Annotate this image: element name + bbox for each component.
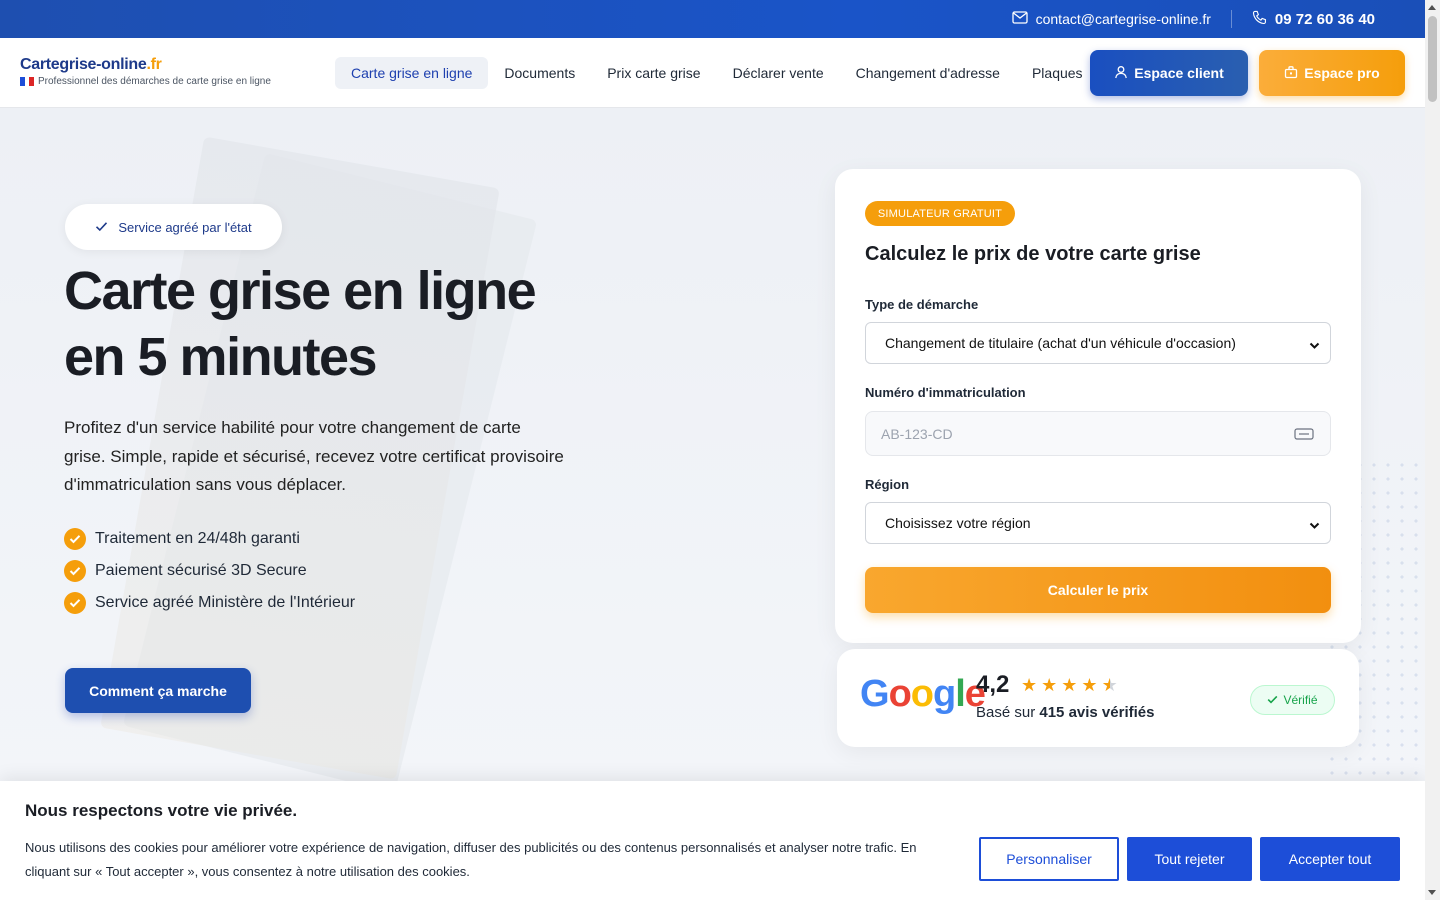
- logo-name: Cartegrise-online.fr: [20, 56, 162, 73]
- cookie-text: Nous utilisons des cookies pour améliore…: [25, 840, 917, 879]
- site-logo[interactable]: Cartegrise-online.fr Professionnel des d…: [20, 56, 271, 87]
- topbar-divider: [1230, 10, 1232, 28]
- page-scrollbar[interactable]: [1425, 0, 1440, 900]
- contact-phone-text: 09 72 60 36 40: [1274, 10, 1375, 28]
- benefits-list: Traitement en 24/48h garanti Paiement sé…: [64, 523, 355, 619]
- hero-description: Profitez d'un service habilité pour votr…: [64, 418, 564, 494]
- review-count: Basé sur 415 avis vérifiés: [976, 704, 1155, 721]
- nav-changement-adresse[interactable]: Changement d'adresse: [840, 57, 1016, 89]
- region-label: Région: [865, 477, 910, 492]
- star-icon: ★: [1041, 675, 1058, 695]
- nav-plaques[interactable]: Plaques: [1016, 57, 1099, 89]
- customize-cookies-button[interactable]: Personnaliser: [979, 837, 1119, 881]
- price-simulator-card: SIMULATEUR GRATUIT Calculez le prix de v…: [835, 169, 1361, 643]
- top-contact-bar: contact@cartegrise-online.fr 09 72 60 36…: [0, 0, 1425, 38]
- nav-carte-grise-en-ligne[interactable]: Carte grise en ligne: [335, 57, 489, 89]
- state-approved-badge: Service agréé par l'état: [65, 204, 282, 250]
- plate-number-input[interactable]: AB-123-CD: [865, 411, 1331, 456]
- espace-client-label: Espace client: [1134, 65, 1224, 81]
- logo-tagline: Professionnel des démarches de carte gri…: [20, 76, 271, 87]
- google-review-card: Google 4,2 ★ ★ ★ ★ ★ Basé sur 415 avis v…: [837, 649, 1359, 747]
- contact-email-text: contact@cartegrise-online.fr: [1035, 11, 1211, 27]
- benefit-item: Paiement sécurisé 3D Secure: [64, 555, 355, 587]
- type-demarche-select[interactable]: Changement de titulaire (achat d'un véhi…: [865, 322, 1331, 364]
- benefit-item: Traitement en 24/48h garanti: [64, 523, 355, 555]
- user-icon: [1114, 65, 1128, 82]
- french-flag-icon: [20, 77, 35, 86]
- star-icon: ★: [1021, 675, 1038, 695]
- verified-badge: Vérifié: [1250, 685, 1335, 715]
- checkmark-icon: [1267, 693, 1278, 707]
- free-simulator-pill: SIMULATEUR GRATUIT: [865, 201, 1015, 226]
- checkmark-icon: [95, 220, 108, 235]
- check-circle-icon: [64, 560, 86, 582]
- espace-pro-button[interactable]: Espace pro: [1259, 50, 1405, 96]
- contact-email[interactable]: contact@cartegrise-online.fr: [1011, 11, 1211, 27]
- type-demarche-label: Type de démarche: [865, 297, 979, 312]
- half-star-icon: ★: [1101, 675, 1118, 695]
- rating-value: 4,2: [976, 671, 1010, 698]
- nav-prix-carte-grise[interactable]: Prix carte grise: [591, 57, 716, 89]
- scroll-up-arrow-icon[interactable]: [1428, 5, 1436, 10]
- simulator-title: Calculez le prix de votre carte grise: [865, 243, 1201, 265]
- phone-icon: [1252, 10, 1267, 28]
- google-logo: Google: [860, 673, 986, 715]
- chevron-down-icon: [1309, 337, 1320, 353]
- accept-all-cookies-button[interactable]: Accepter tout: [1260, 837, 1400, 881]
- star-icon: ★: [1081, 675, 1098, 695]
- site-header: Cartegrise-online.fr Professionnel des d…: [0, 38, 1425, 108]
- plate-number-label: Numéro d'immatriculation: [865, 385, 1026, 400]
- how-it-works-button[interactable]: Comment ça marche: [65, 668, 251, 713]
- reject-all-cookies-button[interactable]: Tout rejeter: [1127, 837, 1252, 881]
- calculate-price-button[interactable]: Calculer le prix: [865, 567, 1331, 613]
- cookie-consent-banner: Nous respectons votre vie privée. Nous u…: [0, 781, 1425, 900]
- nav-declarer-vente[interactable]: Déclarer vente: [717, 57, 840, 89]
- check-circle-icon: [64, 528, 86, 550]
- contact-phone[interactable]: 09 72 60 36 40: [1252, 10, 1375, 28]
- star-rating: ★ ★ ★ ★ ★: [1021, 675, 1118, 696]
- region-select[interactable]: Choisissez votre région: [865, 502, 1331, 544]
- cookie-title: Nous respectons votre vie privée.: [25, 801, 298, 820]
- keyboard-icon: [1294, 427, 1314, 444]
- espace-pro-label: Espace pro: [1304, 65, 1380, 81]
- espace-client-button[interactable]: Espace client: [1090, 50, 1248, 96]
- hero-title: Carte grise en ligne en 5 minutes: [64, 261, 537, 387]
- scroll-down-arrow-icon[interactable]: [1428, 890, 1436, 895]
- benefit-item: Service agréé Ministère de l'Intérieur: [64, 587, 355, 619]
- envelope-icon: [1011, 11, 1028, 27]
- star-icon: ★: [1061, 675, 1078, 695]
- scrollbar-thumb[interactable]: [1428, 16, 1437, 102]
- check-circle-icon: [64, 592, 86, 614]
- briefcase-icon: [1284, 65, 1298, 82]
- chevron-down-icon: [1309, 517, 1320, 533]
- nav-documents[interactable]: Documents: [488, 57, 591, 89]
- main-nav: Carte grise en ligne Documents Prix cart…: [335, 57, 1099, 89]
